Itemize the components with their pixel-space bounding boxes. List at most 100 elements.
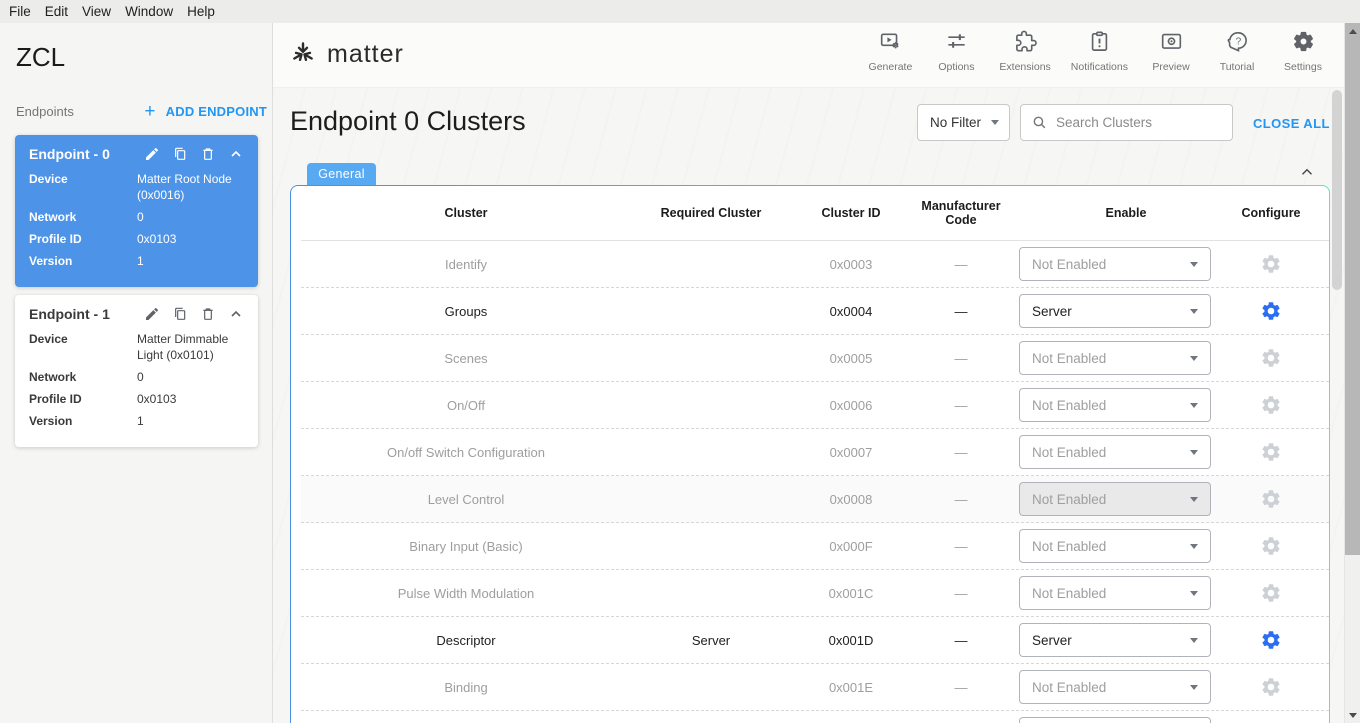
menu-item[interactable]: Help (187, 4, 215, 19)
configure-gear-icon[interactable] (1260, 300, 1282, 322)
table-row: On/Off 0x0006 — Not Enabled (301, 382, 1329, 429)
page-title: Endpoint 0 Clusters (290, 106, 526, 137)
chevron-down-icon (1190, 262, 1198, 267)
chevron-down-icon (1190, 591, 1198, 596)
toolbar-action-label: Options (938, 61, 974, 73)
manufacturer-code: — (911, 445, 1011, 460)
configure-gear-icon (1260, 488, 1282, 510)
cluster-id: 0x001E (791, 680, 911, 695)
panel-scrollbar-thumb[interactable] (1332, 90, 1342, 290)
manufacturer-code: — (911, 304, 1011, 319)
top-toolbar: matter Generate Options Extensions Notif… (273, 23, 1344, 88)
menu-item[interactable]: View (82, 4, 111, 19)
enable-select[interactable]: Server (1019, 294, 1211, 328)
configure-gear-icon (1260, 253, 1282, 275)
endpoint-field-label: Profile ID (29, 391, 137, 407)
enable-select-value: Server (1032, 304, 1072, 319)
enable-select[interactable]: Not Enabled (1019, 482, 1211, 516)
endpoint-field-value: 0x0103 (137, 231, 244, 247)
copy-icon[interactable] (172, 146, 188, 162)
manufacturer-code: — (911, 257, 1011, 272)
enable-select-value: Not Enabled (1032, 351, 1106, 366)
enable-select[interactable]: Not Enabled (1019, 576, 1211, 610)
cluster-id: 0x0003 (791, 257, 911, 272)
settings-icon (1292, 30, 1315, 58)
configure-gear-icon[interactable] (1260, 629, 1282, 651)
enable-select[interactable] (1019, 717, 1211, 723)
matter-logo-text: matter (327, 40, 404, 69)
scroll-up-arrow[interactable] (1345, 23, 1360, 39)
cluster-name: On/off Switch Configuration (301, 445, 631, 460)
window-scrollbar-thumb[interactable] (1345, 23, 1360, 555)
chevron-down-icon (1190, 309, 1198, 314)
matter-logo-icon (288, 39, 318, 69)
enable-select-value: Not Enabled (1032, 257, 1106, 272)
menu-item[interactable]: Edit (45, 4, 68, 19)
enable-select[interactable]: Not Enabled (1019, 341, 1211, 375)
edit-pencil-icon[interactable] (144, 146, 160, 162)
cluster-name: Pulse Width Modulation (301, 586, 631, 601)
table-row: Pulse Width Modulation 0x001C — Not Enab… (301, 570, 1329, 617)
endpoint-field-label: Network (29, 369, 137, 385)
enable-select[interactable]: Not Enabled (1019, 435, 1211, 469)
chevron-down-icon (1190, 356, 1198, 361)
enable-select[interactable]: Not Enabled (1019, 388, 1211, 422)
toolbar-action-options[interactable]: Options (933, 30, 979, 73)
endpoint-field-value: Matter Dimmable Light (0x0101) (137, 331, 244, 363)
edit-pencil-icon[interactable] (144, 306, 160, 322)
toolbar-action-generate[interactable]: Generate (867, 30, 913, 73)
cluster-id: 0x001C (791, 586, 911, 601)
manufacturer-code: — (911, 492, 1011, 507)
enable-select-value: Not Enabled (1032, 398, 1106, 413)
search-input[interactable] (1056, 115, 1222, 130)
scroll-down-arrow[interactable] (1345, 707, 1360, 723)
add-endpoint-button[interactable]: + ADD ENDPOINT (144, 102, 267, 121)
table-header: ClusterRequired ClusterCluster IDManufac… (301, 186, 1329, 241)
configure-gear-icon (1260, 441, 1282, 463)
chevron-down-icon (1190, 403, 1198, 408)
delete-trash-icon[interactable] (200, 306, 216, 322)
enable-select-value: Not Enabled (1032, 586, 1106, 601)
window-scrollbar[interactable] (1344, 23, 1360, 723)
search-box[interactable] (1020, 104, 1233, 141)
toolbar-action-tutorial[interactable]: ? Tutorial (1214, 30, 1260, 73)
filter-dropdown[interactable]: No Filter (917, 104, 1010, 141)
cluster-id: 0x000F (791, 539, 911, 554)
collapse-chevron-icon[interactable] (228, 306, 244, 322)
cluster-id: 0x0005 (791, 351, 911, 366)
manufacturer-code: — (911, 680, 1011, 695)
copy-icon[interactable] (172, 306, 188, 322)
collapse-section-chevron-icon[interactable] (1298, 163, 1316, 181)
toolbar-action-settings[interactable]: Settings (1280, 30, 1326, 73)
enable-select-value: Not Enabled (1032, 680, 1106, 695)
close-all-button[interactable]: CLOSE ALL (1253, 116, 1330, 131)
endpoint-field: Device Matter Root Node (0x0016) (29, 171, 244, 203)
toolbar-action-label: Tutorial (1220, 61, 1255, 73)
menu-item[interactable]: Window (125, 4, 173, 19)
enable-select[interactable]: Not Enabled (1019, 529, 1211, 563)
collapse-chevron-icon[interactable] (228, 146, 244, 162)
chevron-down-icon (1190, 450, 1198, 455)
toolbar-action-label: Settings (1284, 61, 1322, 73)
enable-select[interactable]: Not Enabled (1019, 247, 1211, 281)
plus-icon: + (144, 102, 155, 121)
cluster-id: 0x0008 (791, 492, 911, 507)
endpoint-field-value: 1 (137, 413, 244, 429)
enable-select[interactable]: Not Enabled (1019, 670, 1211, 704)
toolbar-action-label: Notifications (1071, 61, 1128, 73)
toolbar-action-notifications[interactable]: Notifications (1071, 30, 1128, 73)
enable-select[interactable]: Server (1019, 623, 1211, 657)
tab-general[interactable]: General (307, 163, 376, 185)
toolbar-action-extensions[interactable]: Extensions (999, 30, 1050, 73)
cluster-name: Scenes (301, 351, 631, 366)
required-cluster: Server (631, 633, 791, 648)
endpoint-field-value: 1 (137, 253, 244, 269)
toolbar-action-preview[interactable]: Preview (1148, 30, 1194, 73)
endpoint-title: Endpoint - 0 (29, 146, 110, 162)
menu-item[interactable]: File (9, 4, 31, 19)
delete-trash-icon[interactable] (200, 146, 216, 162)
endpoint-card-1[interactable]: Endpoint - 1 Device Matter Dimmable Ligh… (15, 295, 258, 447)
endpoint-field-value: 0 (137, 369, 244, 385)
endpoint-card-0[interactable]: Endpoint - 0 Device Matter Root Node (0x… (15, 135, 258, 287)
endpoint-field: Version 1 (29, 253, 244, 269)
